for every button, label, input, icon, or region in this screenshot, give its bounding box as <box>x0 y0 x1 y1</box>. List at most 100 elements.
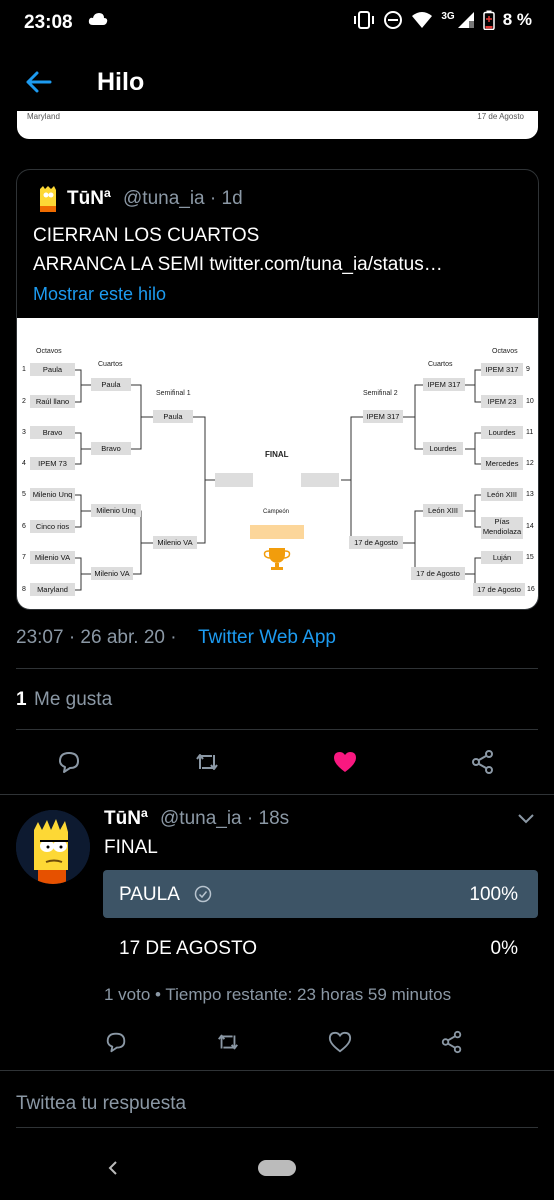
team-box: IPEM 317 <box>363 410 403 423</box>
signal-icon <box>457 12 474 28</box>
divider <box>16 729 538 730</box>
team-box: Paula <box>30 363 75 376</box>
team-box: IPEM 73 <box>30 457 75 470</box>
show-thread-link[interactable]: Mostrar este hilo <box>33 284 166 305</box>
seed-number: 10 <box>526 398 534 405</box>
status-icons: 3G 8 % <box>353 10 532 30</box>
bart-avatar-icon <box>16 810 90 884</box>
team-box: Paula <box>153 410 193 423</box>
final-label: FINAL <box>265 450 289 459</box>
divider <box>0 794 554 795</box>
reply-input[interactable]: Twittea tu respuesta <box>16 1093 186 1115</box>
battery-icon <box>482 10 495 30</box>
team-box: Cinco rios <box>30 520 75 533</box>
seed-number: 5 <box>22 491 26 498</box>
octavos-right-label: Octavos <box>492 348 518 355</box>
seed-number: 6 <box>22 523 26 530</box>
semifinal2-label: Semifinal 2 <box>363 390 398 397</box>
nav-back-icon[interactable] <box>106 1158 120 1178</box>
previous-tweet-image[interactable]: Maryland 17 de Agosto <box>17 111 538 139</box>
wifi-icon <box>412 12 433 28</box>
team-box: Maryland <box>30 583 75 596</box>
chevron-down-icon[interactable] <box>517 812 535 826</box>
seed-number: 15 <box>526 554 534 561</box>
team-box: Milenio VA <box>153 536 197 549</box>
team-box: IPEM 23 <box>481 395 523 408</box>
battery-level: 8 % <box>502 10 532 29</box>
team-box: Lourdes <box>423 442 463 455</box>
poll-option-label: 17 DE AGOSTO <box>119 938 257 959</box>
back-arrow-icon[interactable] <box>24 68 52 96</box>
team-box: Bravo <box>30 426 75 439</box>
team-box: Lourdes <box>481 426 523 439</box>
seed-number: 13 <box>526 491 534 498</box>
team-box: Bravo <box>91 442 131 455</box>
team-box: Pías Mendiolaza <box>481 517 523 539</box>
do-not-disturb-icon <box>384 11 403 29</box>
network-type: 3G <box>441 10 455 22</box>
seed-number: 11 <box>526 429 534 436</box>
avatar[interactable] <box>16 810 90 884</box>
team-box: León XIII <box>423 504 463 517</box>
share-icon[interactable] <box>470 749 496 775</box>
seed-number: 14 <box>526 523 534 530</box>
quoted-tweet-card[interactable]: TūNª @tuna_ia · 1d CIERRAN LOS CUARTOS A… <box>16 169 539 610</box>
quoted-text-line1: CIERRAN LOS CUARTOS <box>33 225 260 246</box>
team-box: Luján <box>481 551 523 564</box>
cropped-right-text: 17 de Agosto <box>477 112 524 121</box>
cuartos-left-label: Cuartos <box>98 361 123 368</box>
reply-author-handle: @tuna_ia · 18s <box>160 808 290 829</box>
retweet-icon[interactable] <box>216 1030 240 1054</box>
quoted-text-line2: ARRANCA LA SEMI twitter.com/tuna_ia/stat… <box>33 254 443 275</box>
retweet-icon[interactable] <box>194 749 220 775</box>
likes-count[interactable]: 1 <box>16 689 27 711</box>
semifinal1-label: Semifinal 1 <box>156 390 191 397</box>
cropped-left-text: Maryland <box>27 112 60 121</box>
team-box: 17 de Agosto <box>349 536 403 549</box>
team-box: Paula <box>91 378 131 391</box>
team-box: 17 de Agosto <box>473 583 525 596</box>
likes-label[interactable]: Me gusta <box>34 689 112 711</box>
comment-icon[interactable] <box>56 749 82 775</box>
seed-number: 8 <box>22 586 26 593</box>
seed-number: 3 <box>22 429 26 436</box>
team-box: León XIII <box>481 488 523 501</box>
team-box: Milenio VA <box>91 567 133 580</box>
nav-home-pill[interactable] <box>258 1160 296 1176</box>
team-box: Raúl llano <box>30 395 75 408</box>
campeon-label: Campeón <box>263 509 290 515</box>
quoted-author-name: TūNª <box>67 188 111 209</box>
seed-number: 16 <box>527 586 535 593</box>
reply-author-name[interactable]: TūNª <box>104 808 148 830</box>
poll-footer: 1 voto • Tiempo restante: 23 horas 59 mi… <box>104 985 452 1004</box>
trophy-icon <box>263 548 291 570</box>
heart-filled-icon[interactable] <box>332 749 358 775</box>
source-app-link[interactable]: Twitter Web App <box>198 627 336 649</box>
quoted-author-handle: @tuna_ia · 1d <box>123 188 243 209</box>
poll-option-percent: 100% <box>469 884 518 905</box>
team-box: IPEM 317 <box>423 378 465 391</box>
team-box: Milenio VA <box>30 551 75 564</box>
seed-number: 12 <box>526 460 534 467</box>
reply-text: FINAL <box>104 837 158 858</box>
tweet-timestamp: 23:07 · 26 abr. 20 · <box>16 627 177 648</box>
team-box: Milenio Unq <box>91 504 141 517</box>
seed-number: 9 <box>526 366 530 373</box>
bracket-image[interactable]: Octavos Cuartos Semifinal 1 FINAL Campeó… <box>17 318 538 609</box>
divider <box>0 1070 554 1071</box>
divider <box>16 668 538 669</box>
share-icon[interactable] <box>440 1030 464 1054</box>
team-box: Milenio Unq <box>30 488 75 501</box>
team-box: IPEM 317 <box>481 363 523 376</box>
octavos-left-label: Octavos <box>36 348 62 355</box>
poll-option-percent: 0% <box>490 938 518 959</box>
seed-number: 1 <box>22 366 26 373</box>
cloud-icon <box>88 13 108 25</box>
bart-avatar-icon <box>40 186 56 212</box>
seed-number: 2 <box>22 398 26 405</box>
team-box: 17 de Agosto <box>411 567 465 580</box>
cuartos-right-label: Cuartos <box>428 361 453 368</box>
divider <box>16 1127 538 1128</box>
comment-icon[interactable] <box>104 1030 128 1054</box>
heart-icon[interactable] <box>328 1030 352 1054</box>
